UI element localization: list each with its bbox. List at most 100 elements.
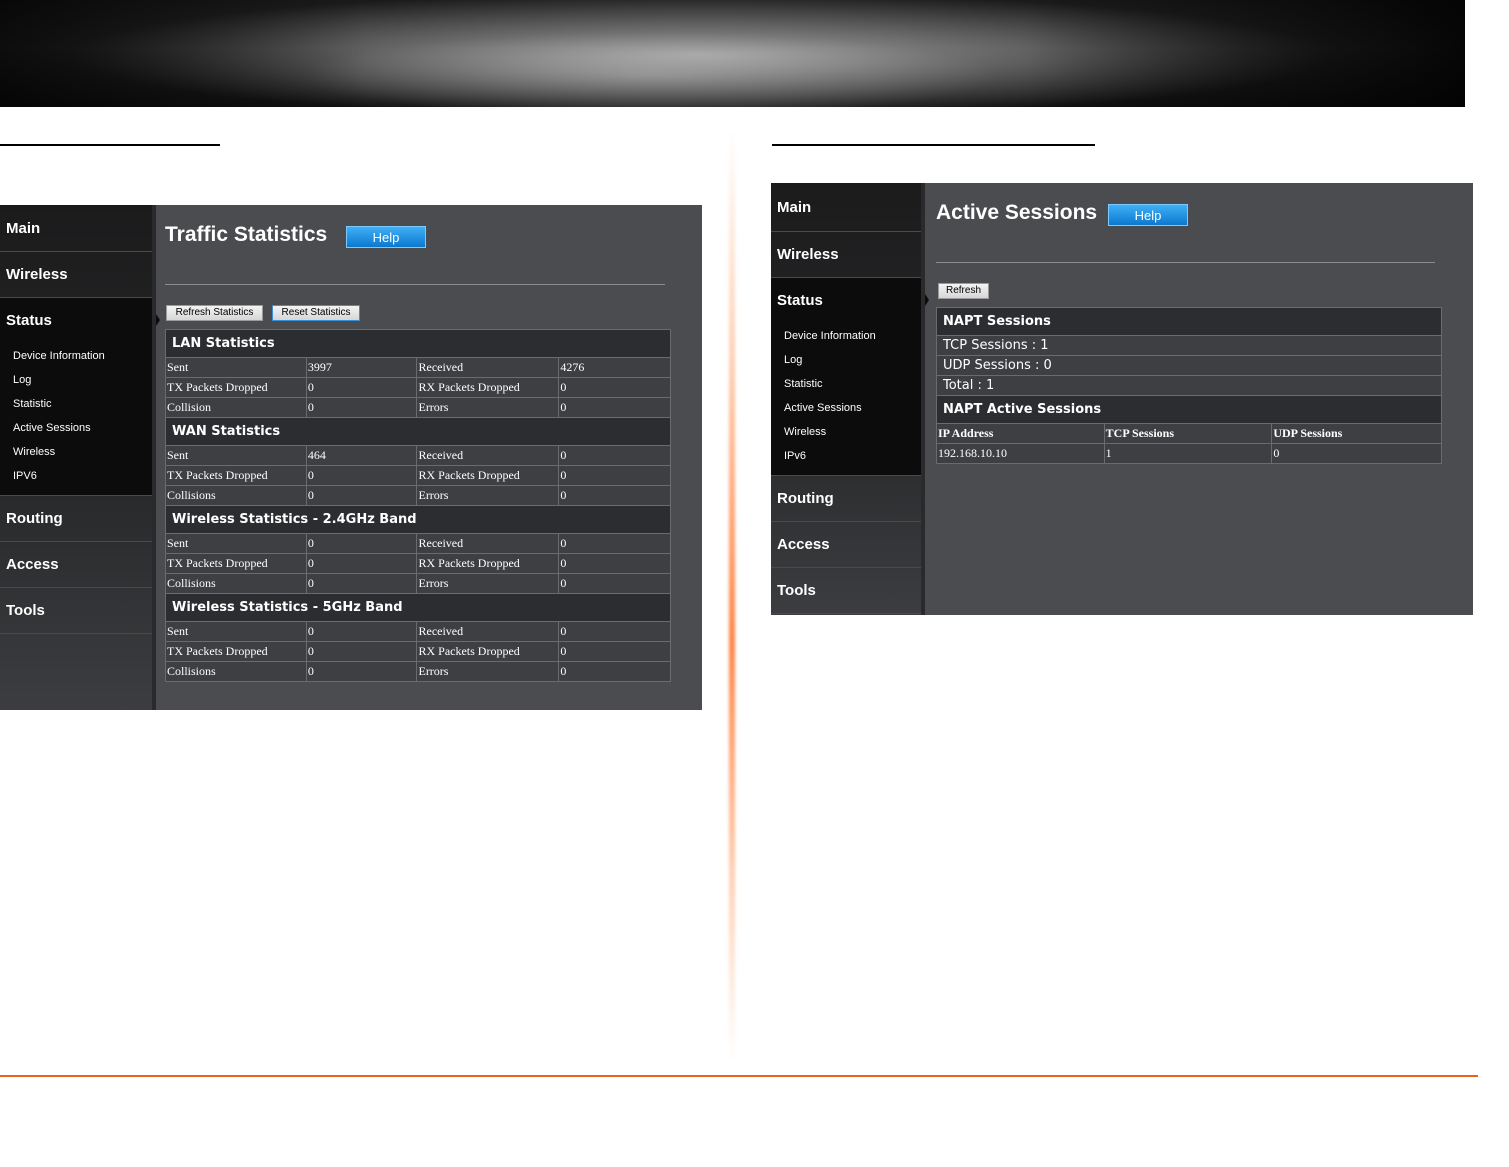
nav-main[interactable]: Main [0,205,152,252]
table-row: Sent 464 Received 0 [165,445,671,466]
section-header: Wireless Statistics - 5GHz Band [165,593,671,622]
section-header: Wireless Statistics - 2.4GHz Band [165,505,671,534]
stat-value: 0 [558,553,671,574]
tcp-sessions-count: TCP Sessions : 1 [936,335,1442,356]
cell-tcp-sessions: 1 [1103,443,1273,464]
napt-active-sessions-header: NAPT Active Sessions [936,395,1442,424]
stat-value: 0 [558,533,671,554]
title-separator [936,262,1435,263]
active-sessions-screenshot: Main Wireless Status Device Information … [771,183,1473,615]
nav-status[interactable]: Status [0,298,152,342]
stat-value: 0 [558,397,671,418]
nav-access[interactable]: Access [0,542,152,588]
traffic-statistics-screenshot: Main Wireless Status Device Information … [0,205,702,710]
nav-wireless[interactable]: Wireless [0,252,152,298]
sub-log[interactable]: Log [771,348,921,372]
table-row: Sent 0 Received 0 [165,533,671,554]
nav-routing[interactable]: Routing [771,476,921,522]
sub-device-information[interactable]: Device Information [0,344,152,368]
stat-label: Received [416,621,560,642]
column-header-udp: UDP Sessions [1271,423,1442,444]
stat-value: 0 [305,621,418,642]
stat-value: 0 [305,553,418,574]
table-row: TX Packets Dropped 0 RX Packets Dropped 0 [165,553,671,574]
sidebar: Main Wireless Status Device Information … [771,183,929,615]
sub-wireless[interactable]: Wireless [771,420,921,444]
stat-label: Sent [165,445,307,466]
nav-routing[interactable]: Routing [0,496,152,542]
stat-value: 0 [558,661,671,682]
nav-status-block: Status Device Information Log Statistic … [771,278,929,476]
left-heading-rule [0,144,220,146]
table-row: Collisions 0 Errors 0 [165,573,671,594]
nav-tools[interactable]: Tools [771,568,921,614]
stat-value: 464 [305,445,418,466]
stat-label: TX Packets Dropped [165,465,307,486]
stat-value: 0 [558,377,671,398]
table-row: TX Packets Dropped 0 RX Packets Dropped 0 [165,641,671,662]
stat-label: TX Packets Dropped [165,553,307,574]
footer-rule [0,1075,1478,1077]
table-row: Sent 3997 Received 4276 [165,357,671,378]
total-sessions-count: Total : 1 [936,375,1442,396]
stat-value: 0 [558,621,671,642]
sub-wireless[interactable]: Wireless [0,440,152,464]
sub-active-sessions[interactable]: Active Sessions [0,416,152,440]
stat-label: Collision [165,397,307,418]
cell-udp-sessions: 0 [1271,443,1442,464]
sidebar: Main Wireless Status Device Information … [0,205,160,710]
stat-value: 0 [305,377,418,398]
sub-statistic[interactable]: Statistic [0,392,152,416]
sub-device-information[interactable]: Device Information [771,324,921,348]
stat-label: Errors [416,661,560,682]
column-divider [729,130,735,1060]
column-header-tcp: TCP Sessions [1103,423,1273,444]
statistics-table: LAN Statistics Sent 3997 Received 4276 TX Pac… [165,329,671,682]
sidebar-edge [921,183,925,615]
stat-value: 0 [305,485,418,506]
nav-access[interactable]: Access [771,522,921,568]
stat-label: TX Packets Dropped [165,641,307,662]
column-header-ip: IP Address [936,423,1105,444]
stat-value: 0 [558,465,671,486]
nav-wireless[interactable]: Wireless [771,232,921,278]
stat-label: RX Packets Dropped [416,553,560,574]
sub-ipv6[interactable]: IPv6 [771,444,921,468]
header-banner [0,0,1465,107]
right-heading-rule [772,144,1095,146]
stat-label: RX Packets Dropped [416,465,560,486]
refresh-button[interactable]: Refresh [938,283,989,299]
napt-sessions-table: NAPT Sessions TCP Sessions : 1 UDP Sessi… [936,307,1442,464]
help-button[interactable]: Help [1108,204,1188,226]
stat-label: Sent [165,357,307,378]
title-separator [165,284,665,285]
stat-value: 0 [305,397,418,418]
napt-sessions-header: NAPT Sessions [936,307,1442,336]
reset-statistics-button[interactable]: Reset Statistics [272,305,360,321]
stat-value: 0 [305,661,418,682]
stat-label: RX Packets Dropped [416,377,560,398]
sub-ipv6[interactable]: IPV6 [0,464,152,488]
stat-value: 0 [558,485,671,506]
table-row: Collisions 0 Errors 0 [165,661,671,682]
sub-active-sessions[interactable]: Active Sessions [771,396,921,420]
page-title: Traffic Statistics [165,223,328,246]
table-row: Collision 0 Errors 0 [165,397,671,418]
stat-value: 0 [558,445,671,466]
nav-status[interactable]: Status [771,278,921,322]
stat-label: Collisions [165,661,307,682]
refresh-statistics-button[interactable]: Refresh Statistics [166,305,263,321]
sub-log[interactable]: Log [0,368,152,392]
table-row: TX Packets Dropped 0 RX Packets Dropped 0 [165,465,671,486]
stat-label: Received [416,533,560,554]
stat-label: Errors [416,573,560,594]
nav-tools[interactable]: Tools [0,588,152,634]
table-row: Collisions 0 Errors 0 [165,485,671,506]
help-button[interactable]: Help [346,226,426,248]
stat-value: 3997 [305,357,418,378]
table-row: 192.168.10.10 1 0 [936,443,1442,464]
stat-value: 0 [305,573,418,594]
sub-statistic[interactable]: Statistic [771,372,921,396]
sidebar-edge [152,205,156,710]
nav-main[interactable]: Main [771,183,921,232]
